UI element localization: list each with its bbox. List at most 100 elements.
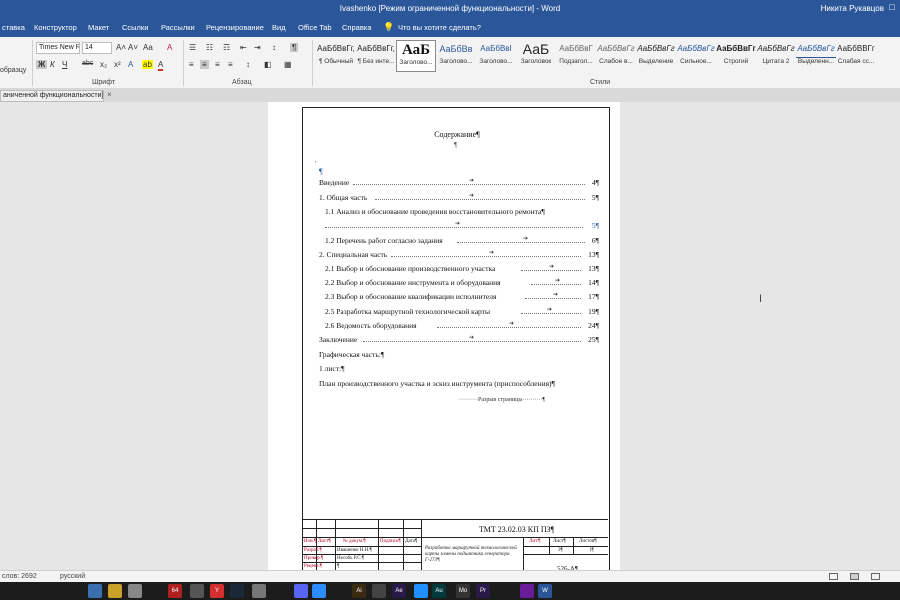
tab-references[interactable]: Ссылки xyxy=(122,23,148,32)
multilevel-list-icon[interactable]: ☶ xyxy=(223,43,230,52)
taskbar-app-8[interactable] xyxy=(252,584,266,598)
document-tab[interactable]: аниченной функциональности] xyxy=(0,90,104,102)
document-page[interactable]: Содержание¶ ¶ ▪ ¶ Введение ➔ 4¶ 1. Общая… xyxy=(268,102,620,579)
style-subtle-reference[interactable]: АаБбВВГг Слабая сс... xyxy=(836,40,876,72)
taskbar-app-9[interactable] xyxy=(294,584,308,598)
tell-me-search[interactable]: Что вы хотите сделать? xyxy=(398,23,481,32)
style-heading-1[interactable]: АаБ Заголово... xyxy=(396,40,436,72)
tab-help[interactable]: Справка xyxy=(342,23,371,32)
numbering-icon[interactable]: ☷ xyxy=(206,43,213,52)
font-color-button[interactable]: A xyxy=(158,60,164,71)
align-left-icon[interactable]: ≡ xyxy=(189,60,194,69)
bullets-icon[interactable]: ☰ xyxy=(189,43,196,52)
tab-review[interactable]: Рецензирование xyxy=(206,23,264,32)
tab-office-tab[interactable]: Office Tab xyxy=(298,23,332,32)
taskbar-app-14[interactable] xyxy=(414,584,428,598)
style-subtle-emphasis[interactable]: АаБбВвГг Слабое в... xyxy=(596,40,636,72)
word-count[interactable]: слов: 2692 xyxy=(2,573,37,580)
toc-entry-text: 1.1 Анализ и обоснование проведения восс… xyxy=(325,207,545,216)
style-strong[interactable]: АаБбВвГг Строгий xyxy=(716,40,756,72)
justify-icon[interactable]: ≡ xyxy=(228,60,233,69)
taskbar-app-1[interactable] xyxy=(88,584,102,598)
style-normal[interactable]: АаБбВвГг, ¶ Обычный xyxy=(316,40,356,72)
taskbar-app-5[interactable] xyxy=(190,584,204,598)
style-heading-3[interactable]: АаБбВвI Заголово... xyxy=(476,40,516,72)
toc-entry[interactable]: Введение ➔ 4¶ xyxy=(319,178,599,188)
user-name[interactable]: Никита Рукавцов xyxy=(821,4,884,13)
restore-icon[interactable]: □ xyxy=(886,2,898,16)
bold-button[interactable]: Ж xyxy=(36,60,48,69)
taskbar-app-12[interactable] xyxy=(372,584,386,598)
toc-entry[interactable]: 2.6 Ведомость оборудования ➔ 24¶ xyxy=(325,321,599,331)
shading-icon[interactable]: ◧ xyxy=(264,60,272,69)
taskbar-app-word[interactable]: W xyxy=(538,584,552,598)
font-size-select[interactable]: 14 xyxy=(82,42,112,54)
style-no-spacing[interactable]: АаБбВвГг, ¶ Без инте... xyxy=(356,40,396,72)
language-indicator[interactable]: русский xyxy=(60,573,85,580)
style-emphasis[interactable]: АаБбВвГг Выделение xyxy=(636,40,676,72)
grow-font-button[interactable]: A˄ xyxy=(116,43,126,52)
style-title[interactable]: АаБ Заголовок xyxy=(516,40,556,72)
toc-entry[interactable]: Заключение ➔ 25¶ xyxy=(319,335,599,345)
align-right-icon[interactable]: ≡ xyxy=(215,60,220,69)
taskbar-app-13[interactable]: Ae xyxy=(392,584,406,598)
taskbar-app-15[interactable]: Au xyxy=(432,584,446,598)
style-name: Слабая сс... xyxy=(837,58,875,65)
toc-entry[interactable]: 2.2 Выбор и обоснование инструмента и об… xyxy=(325,278,599,288)
format-painter-label[interactable]: образцу xyxy=(0,67,26,74)
change-case-button[interactable]: Aa xyxy=(143,43,153,52)
taskbar-app-16[interactable]: Mo xyxy=(456,584,470,598)
toc-entry[interactable]: 2.1 Выбор и обоснование производственног… xyxy=(325,264,599,274)
tab-arrow-icon: ➔ xyxy=(549,264,555,270)
toc-entry[interactable]: ➔ 5¶ xyxy=(325,221,599,231)
subscript-button[interactable]: x₂ xyxy=(100,60,107,69)
taskbar-app-3[interactable] xyxy=(128,584,142,598)
taskbar-app-17[interactable]: Pr xyxy=(476,584,490,598)
shrink-font-button[interactable]: A˅ xyxy=(128,43,138,52)
read-mode-icon[interactable] xyxy=(829,573,838,580)
toc-entry-page: 13¶ xyxy=(588,264,599,273)
taskbar-app-7[interactable] xyxy=(230,584,244,598)
tab-view[interactable]: Вид xyxy=(272,23,286,32)
tab-layout[interactable]: Макет xyxy=(88,23,109,32)
tab-design[interactable]: Конструктор xyxy=(34,23,77,32)
underline-button[interactable]: Ч xyxy=(62,60,67,69)
borders-icon[interactable]: ▦ xyxy=(284,60,292,69)
decrease-indent-icon[interactable]: ⇤ xyxy=(240,43,247,52)
line-spacing-icon[interactable]: ↕ xyxy=(246,60,250,69)
toc-entry[interactable]: 1.2 Перечень работ согласно задания ➔ 6¶ xyxy=(325,236,599,246)
style-subtitle[interactable]: АаБбВвГ Подзагол... xyxy=(556,40,596,72)
increase-indent-icon[interactable]: ⇥ xyxy=(254,43,261,52)
style-heading-2[interactable]: АаБбВв Заголово... xyxy=(436,40,476,72)
style-quote-2[interactable]: АаБбВвГг Цитата 2 xyxy=(756,40,796,72)
taskbar-app-10[interactable] xyxy=(312,584,326,598)
clear-formatting-button[interactable]: A xyxy=(167,43,172,52)
strikethrough-button[interactable]: abc xyxy=(82,60,93,67)
toc-entry[interactable]: 2. Специальная часть ➔ 13¶ xyxy=(319,250,599,260)
close-icon[interactable]: × xyxy=(107,90,112,99)
taskbar-app-18[interactable] xyxy=(520,584,534,598)
tab-insert-partial[interactable]: ставка xyxy=(2,23,25,32)
taskbar-app-4[interactable]: 64 xyxy=(168,584,182,598)
toc-entry[interactable]: 1. Общая часть ➔ 5¶ xyxy=(319,193,599,203)
toc-entry[interactable]: 1.1 Анализ и обоснование проведения восс… xyxy=(325,207,599,217)
taskbar-app-2[interactable] xyxy=(108,584,122,598)
taskbar-app-11[interactable]: Ai xyxy=(352,584,366,598)
print-layout-icon[interactable] xyxy=(850,573,859,580)
taskbar-app-6[interactable]: Y xyxy=(210,584,224,598)
sort-icon[interactable]: ↕ xyxy=(272,43,276,52)
style-intense-emphasis[interactable]: АаБбВвГг Сильное... xyxy=(676,40,716,72)
font-family-select[interactable]: Times New R xyxy=(36,42,80,54)
text-effects-button[interactable]: A xyxy=(128,60,133,69)
superscript-button[interactable]: x² xyxy=(114,60,121,69)
bullet-mark: ▪ xyxy=(315,159,317,164)
show-formatting-marks-button[interactable]: ¶ xyxy=(290,43,299,52)
style-intense-quote[interactable]: АаБбВвГг Выделенн... xyxy=(796,40,836,72)
align-center-icon[interactable]: ≡ xyxy=(200,60,209,69)
tab-mailings[interactable]: Рассылки xyxy=(161,23,195,32)
toc-entry[interactable]: 2.3 Выбор и обоснование квалификации исп… xyxy=(325,292,599,302)
italic-button[interactable]: К xyxy=(50,60,55,69)
highlight-button[interactable]: ab xyxy=(142,60,153,69)
web-layout-icon[interactable] xyxy=(871,573,880,580)
toc-entry[interactable]: 2.5 Разработка маршрутной технологическо… xyxy=(325,307,599,317)
